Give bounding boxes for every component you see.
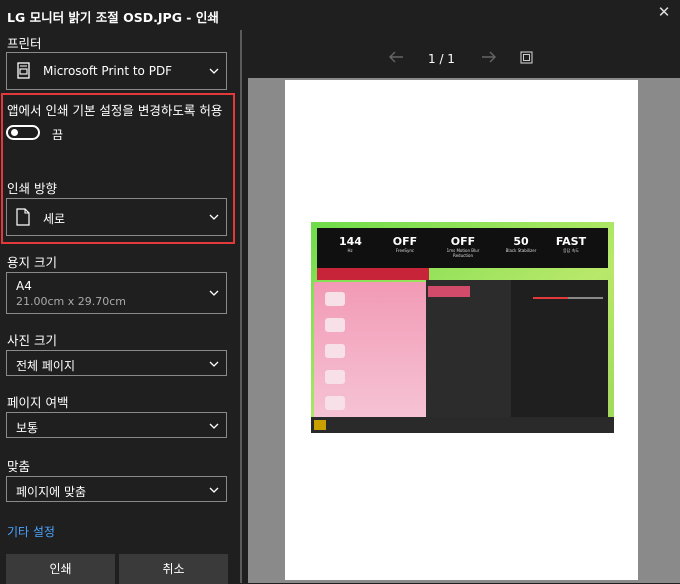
print-dialog: LG 모니터 밝기 조절 OSD.JPG - 인쇄 ✕ 프린터 Microsof… <box>0 0 680 584</box>
page-indicator: 1 / 1 <box>428 52 455 66</box>
next-page-icon[interactable] <box>481 50 497 68</box>
paper-size-dropdown[interactable]: A4 21.00cm x 29.70cm <box>6 272 227 314</box>
toggle-knob <box>11 129 18 136</box>
chevron-down-icon <box>209 422 219 430</box>
paper-size-value: A4 <box>16 279 32 293</box>
orientation-dropdown[interactable]: 세로 <box>6 198 227 236</box>
osd-stat-motion-blur: OFF 1ms Motion Blur Reduction <box>446 235 480 258</box>
previous-page-icon[interactable] <box>388 50 404 68</box>
window-title: LG 모니터 밝기 조절 OSD.JPG - 인쇄 <box>7 10 219 25</box>
photo-size-value: 전체 페이지 <box>16 359 76 373</box>
chevron-down-icon <box>209 213 219 221</box>
chevron-down-icon <box>209 486 219 494</box>
printer-value: Microsoft Print to PDF <box>43 64 173 78</box>
printer-dropdown[interactable]: Microsoft Print to PDF <box>6 52 227 90</box>
margins-label: 페이지 여백 <box>7 395 69 410</box>
osd-stat-black-stabilizer: 50 Black Stabilizer <box>505 235 537 253</box>
settings-scrollbar[interactable] <box>240 30 242 583</box>
document-icon <box>16 208 30 230</box>
osd-stat-freesync: OFF FreeSync <box>392 235 418 253</box>
fit-dropdown[interactable]: 페이지에 맞춤 <box>6 476 227 502</box>
margins-dropdown[interactable]: 보통 <box>6 412 227 438</box>
monitor-osd-image: 144 Hz OFF FreeSync OFF 1ms Motion Blur … <box>311 222 614 433</box>
toggle-state-label: 끔 <box>52 128 64 142</box>
photo-size-dropdown[interactable]: 전체 페이지 <box>6 350 227 376</box>
printer-label: 프린터 <box>7 36 42 51</box>
margins-value: 보통 <box>16 421 39 435</box>
chevron-down-icon <box>209 67 219 75</box>
orientation-value: 세로 <box>43 212 66 226</box>
fit-label: 맞춤 <box>7 459 31 474</box>
printer-icon <box>15 62 33 84</box>
close-icon[interactable]: ✕ <box>652 2 676 24</box>
more-settings-link[interactable]: 기타 설정 <box>7 523 55 540</box>
osd-stat-response-time: FAST 응답 속도 <box>555 235 587 253</box>
chevron-down-icon <box>209 360 219 368</box>
fit-value: 페이지에 맞춤 <box>16 485 87 499</box>
print-button[interactable]: 인쇄 <box>6 554 115 584</box>
app-setting-toggle[interactable] <box>6 125 40 140</box>
cancel-button[interactable]: 취소 <box>119 554 228 584</box>
paper-size-label: 용지 크기 <box>7 255 57 270</box>
osd-stat-refresh: 144 Hz <box>339 235 362 253</box>
paper-size-dimensions: 21.00cm x 29.70cm <box>16 295 127 308</box>
settings-panel: 프린터 Microsoft Print to PDF 앱에서 인쇄 기본 설정을… <box>0 30 240 584</box>
fit-to-window-icon[interactable] <box>520 51 533 68</box>
photo-size-label: 사진 크기 <box>7 333 57 348</box>
chevron-down-icon <box>209 289 219 297</box>
title-bar: LG 모니터 밝기 조절 OSD.JPG - 인쇄 ✕ <box>0 0 680 30</box>
orientation-label: 인쇄 방향 <box>7 181 57 196</box>
app-setting-label: 앱에서 인쇄 기본 설정을 변경하도록 허용 <box>7 103 223 118</box>
